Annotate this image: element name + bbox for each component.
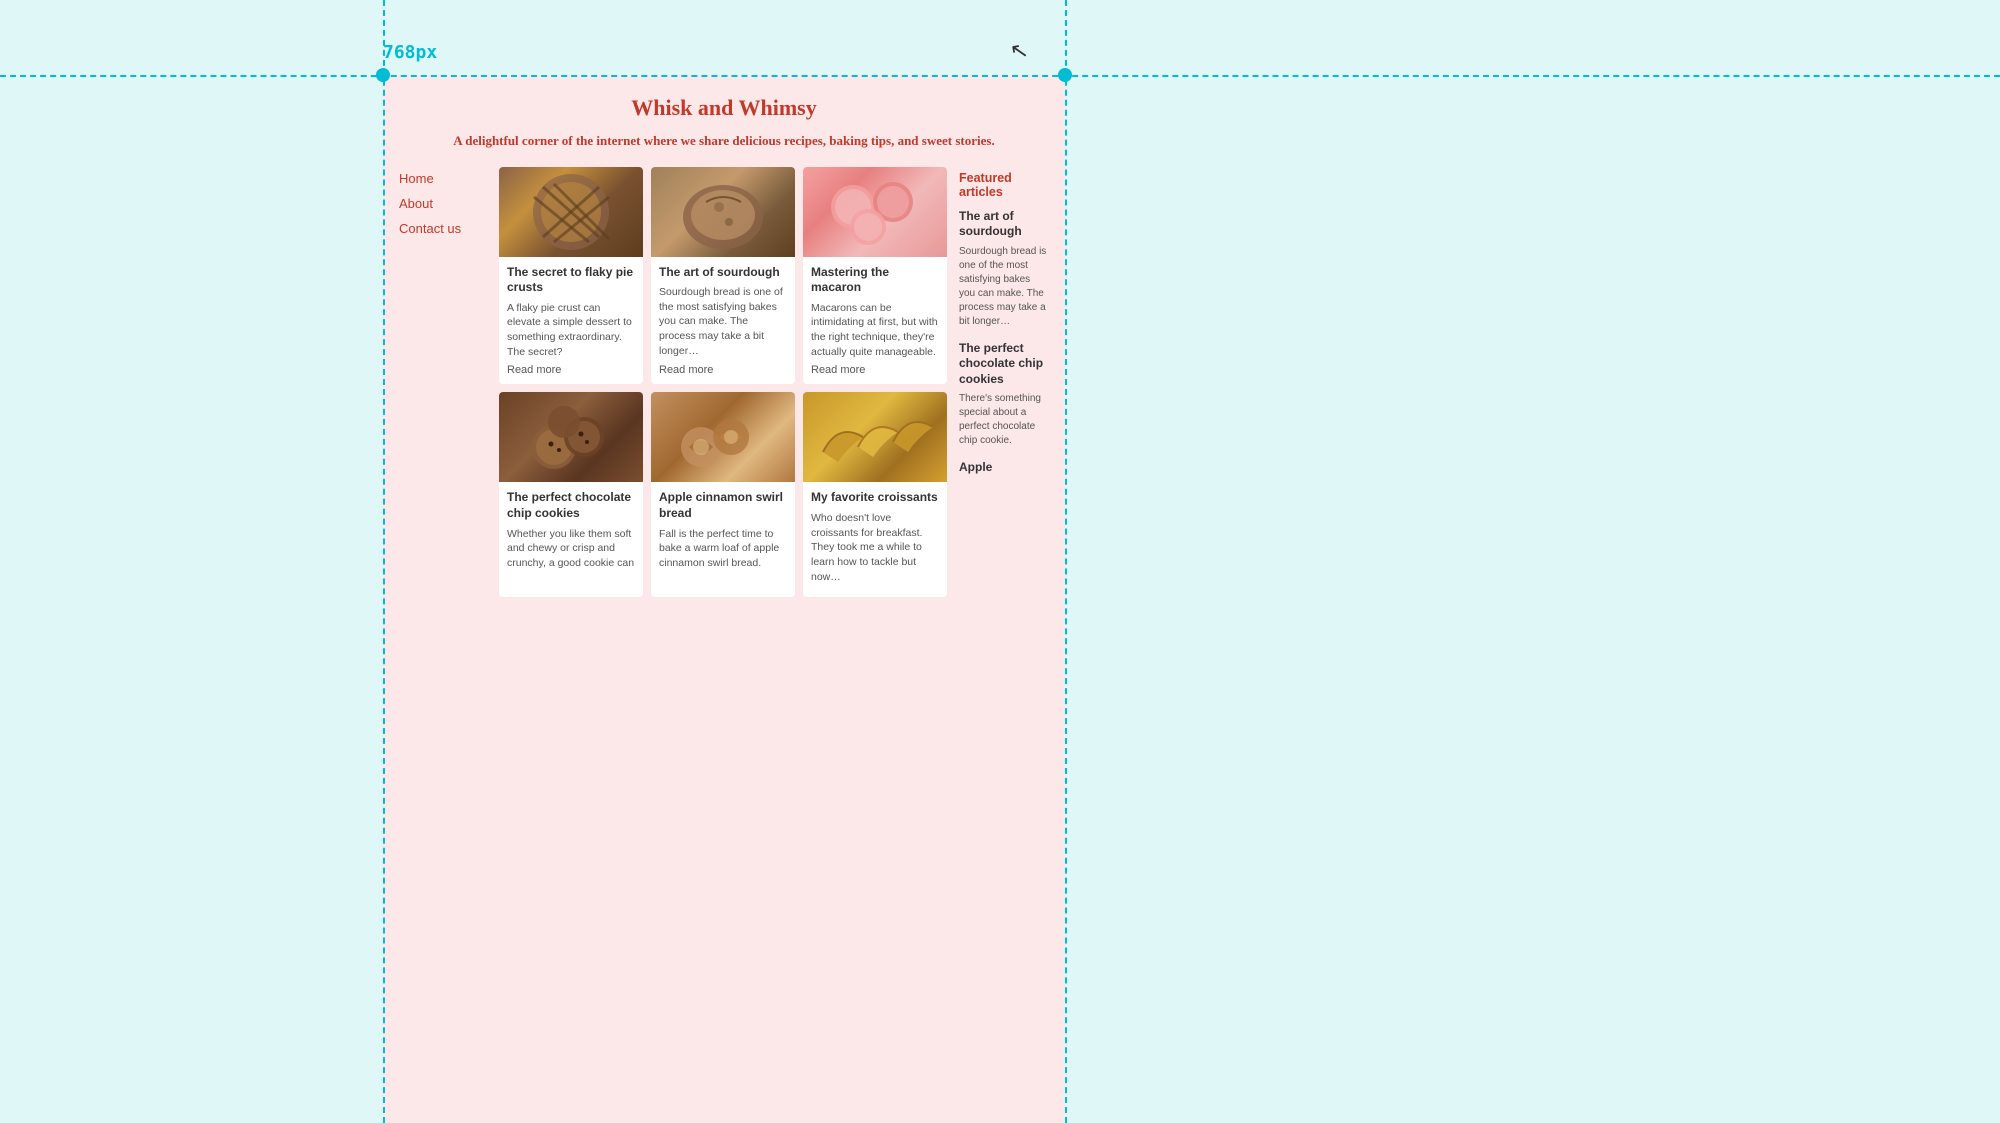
featured-article-excerpt-1: Sourdough bread is one of the most satis…: [959, 245, 1049, 329]
featured-item-3: Apple: [959, 460, 1049, 476]
featured-article-excerpt-2: There's something special about a perfec…: [959, 392, 1049, 448]
card-title-macaron: Mastering the macaron: [811, 265, 939, 296]
article-image-macaron: [803, 167, 947, 257]
card-body-pie: The secret to flaky pie crusts A flaky p…: [499, 257, 643, 385]
card-title-cookies: The perfect chocolate chip cookies: [507, 490, 635, 521]
article-image-croissants: [803, 392, 947, 482]
article-image-cinnamon: [651, 392, 795, 482]
card-title-cinnamon: Apple cinnamon swirl bread: [659, 490, 787, 521]
page-layout: Home About Contact us: [399, 167, 1049, 598]
card-excerpt-pie: A flaky pie crust can elevate a simple d…: [507, 301, 635, 360]
card-readmore-macaron[interactable]: Read more: [811, 364, 939, 376]
article-card-sourdough: The art of sourdough Sourdough bread is …: [651, 167, 795, 385]
article-card-macaron: Mastering the macaron Macarons can be in…: [803, 167, 947, 385]
card-excerpt-macaron: Macarons can be intimidating at first, b…: [811, 301, 939, 360]
sidebar-nav: Home About Contact us: [399, 167, 499, 598]
main-content: The secret to flaky pie crusts A flaky p…: [499, 167, 1049, 598]
grid-row-1: The secret to flaky pie crusts A flaky p…: [499, 167, 951, 385]
card-title-croissants: My favorite croissants: [811, 490, 939, 506]
grid-row-2: The perfect chocolate chip cookies Wheth…: [499, 392, 951, 597]
article-card-cookies: The perfect chocolate chip cookies Wheth…: [499, 392, 643, 597]
card-body-cinnamon: Apple cinnamon swirl bread Fall is the p…: [651, 482, 795, 583]
article-image-sourdough: [651, 167, 795, 257]
nav-home[interactable]: Home: [399, 171, 499, 186]
dimension-label: 768px: [383, 42, 437, 63]
article-image-pie: [499, 167, 643, 257]
featured-item-2: The perfect chocolate chip cookies There…: [959, 341, 1049, 449]
article-card-cinnamon: Apple cinnamon swirl bread Fall is the p…: [651, 392, 795, 597]
featured-sidebar: Featured articles The art of sourdough S…: [959, 167, 1049, 598]
featured-article-title-2: The perfect chocolate chip cookies: [959, 341, 1049, 388]
card-excerpt-cookies: Whether you like them soft and chewy or …: [507, 527, 635, 571]
featured-article-title-1: The art of sourdough: [959, 209, 1049, 240]
article-card-croissants: My favorite croissants Who doesn't love …: [803, 392, 947, 597]
card-body-cookies: The perfect chocolate chip cookies Wheth…: [499, 482, 643, 583]
nav-about[interactable]: About: [399, 196, 499, 211]
card-body-macaron: Mastering the macaron Macarons can be in…: [803, 257, 947, 385]
card-excerpt-croissants: Who doesn't love croissants for breakfas…: [811, 511, 939, 584]
article-image-cookies: [499, 392, 643, 482]
featured-article-title-3: Apple: [959, 460, 1049, 476]
featured-item-1: The art of sourdough Sourdough bread is …: [959, 209, 1049, 329]
article-grid: The secret to flaky pie crusts A flaky p…: [499, 167, 951, 598]
card-title-sourdough: The art of sourdough: [659, 265, 787, 281]
article-card-pie: The secret to flaky pie crusts A flaky p…: [499, 167, 643, 385]
card-readmore-pie[interactable]: Read more: [507, 364, 635, 376]
card-excerpt-cinnamon: Fall is the perfect time to bake a warm …: [659, 527, 787, 571]
card-body-croissants: My favorite croissants Who doesn't love …: [803, 482, 947, 597]
nav: Home About Contact us: [399, 171, 499, 236]
card-body-sourdough: The art of sourdough Sourdough bread is …: [651, 257, 795, 384]
site-tagline: A delightful corner of the internet wher…: [399, 131, 1049, 151]
v-guide-line-right: [1065, 0, 1067, 1123]
card-readmore-sourdough[interactable]: Read more: [659, 364, 787, 376]
cursor-icon: ↖: [1008, 37, 1031, 66]
nav-contact[interactable]: Contact us: [399, 221, 499, 236]
card-excerpt-sourdough: Sourdough bread is one of the most satis…: [659, 285, 787, 358]
site-container: Whisk and Whimsy A delightful corner of …: [383, 75, 1065, 1123]
site-title: Whisk and Whimsy: [399, 95, 1049, 121]
featured-title: Featured articles: [959, 171, 1049, 199]
card-title-pie: The secret to flaky pie crusts: [507, 265, 635, 296]
